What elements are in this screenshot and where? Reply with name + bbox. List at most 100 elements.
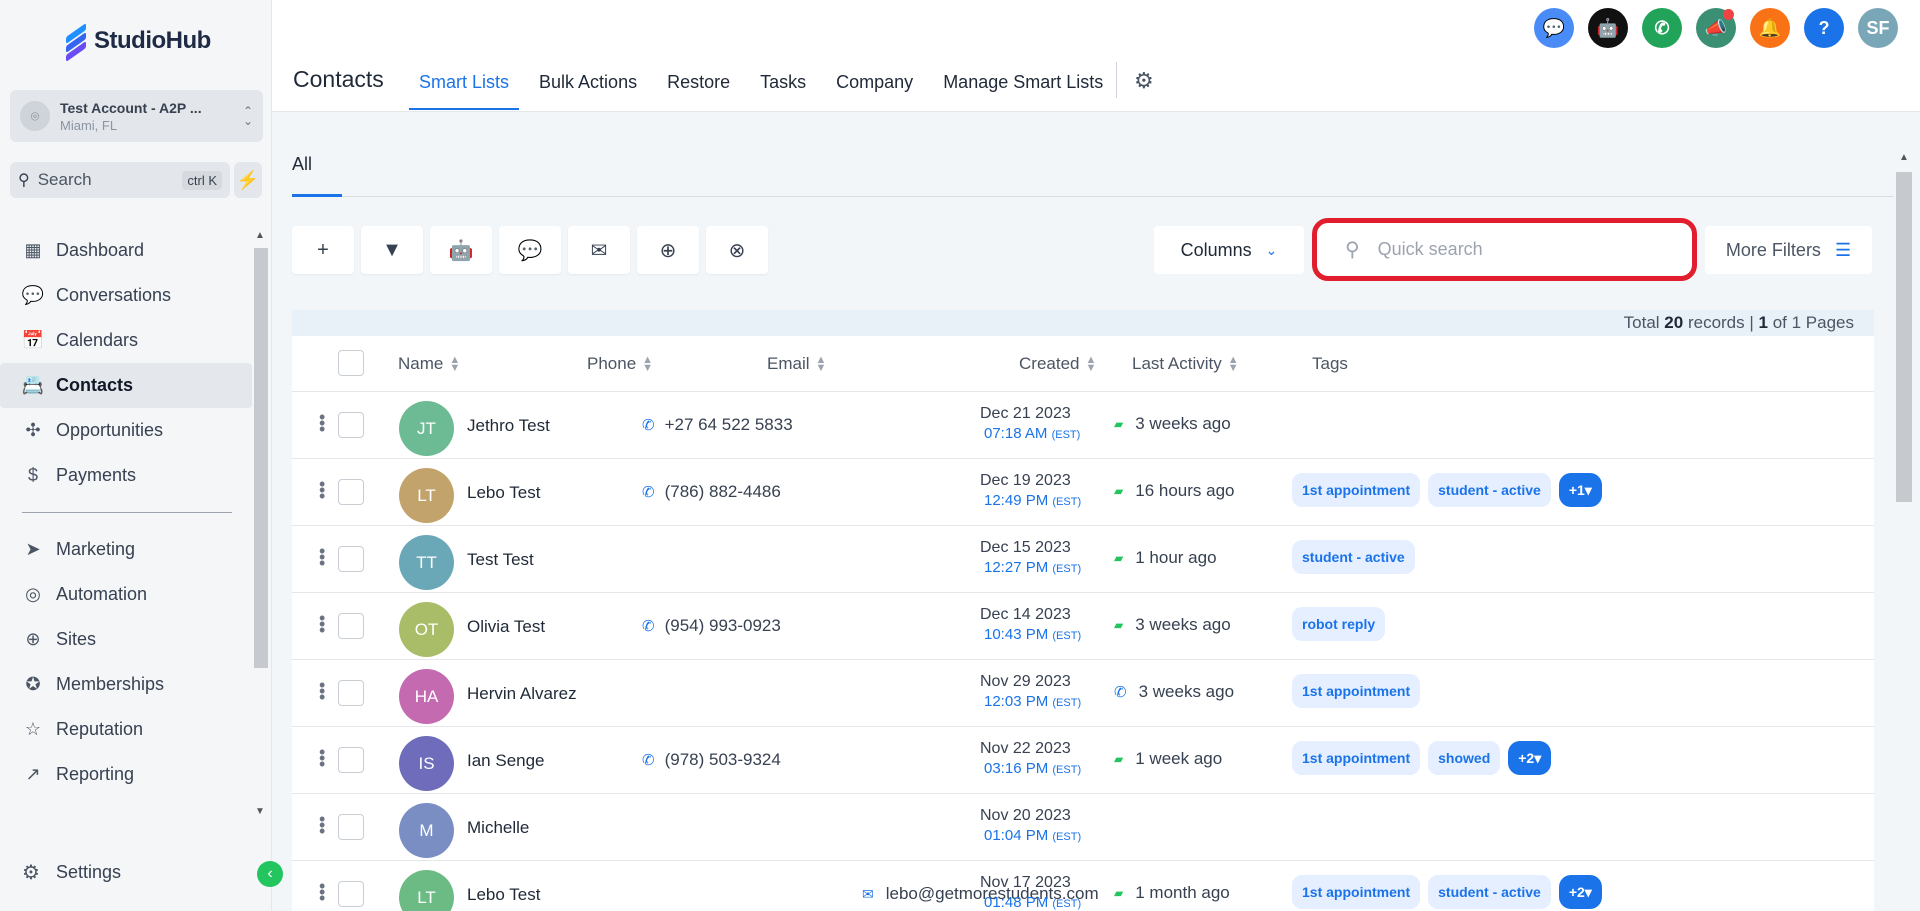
table-row[interactable]: • • • LT Lebo Test ✆ (786) 882-4486 Dec 19 2023… bbox=[292, 459, 1874, 526]
quick-search-box[interactable]: ⚲ bbox=[1312, 218, 1697, 281]
contact-name[interactable]: Lebo Test bbox=[467, 483, 540, 503]
row-checkbox[interactable] bbox=[338, 747, 364, 773]
add-tag-button[interactable]: ⊕ bbox=[637, 226, 699, 274]
tab-bulk-actions[interactable]: Bulk Actions bbox=[529, 58, 647, 110]
row-menu-icon[interactable]: • • • bbox=[319, 408, 325, 438]
table-row[interactable]: • • • HA Hervin Alvarez Nov 29 2023 12:03 PM (… bbox=[292, 660, 1874, 727]
table-row[interactable]: • • • LT Lebo Test ✉ lebo@getmorestudents.com N… bbox=[292, 861, 1874, 911]
row-checkbox[interactable] bbox=[338, 613, 364, 639]
more-filters-button[interactable]: More Filters ☰ bbox=[1705, 226, 1872, 274]
contact-name[interactable]: Jethro Test bbox=[467, 416, 550, 436]
sidebar-item-payments[interactable]: $ Payments bbox=[0, 453, 252, 498]
table-row[interactable]: • • • IS Ian Senge ✆ (978) 503-9324 Nov 22 2023… bbox=[292, 727, 1874, 794]
remove-tag-button[interactable]: ⊗ bbox=[706, 226, 768, 274]
contact-name[interactable]: Lebo Test bbox=[467, 885, 540, 905]
table-row[interactable]: • • • M Michelle Nov 20 2023 01:04 PM (EST) bbox=[292, 794, 1874, 861]
row-checkbox[interactable] bbox=[338, 814, 364, 840]
contact-phone[interactable]: ✆ +27 64 522 5833 bbox=[642, 415, 793, 435]
contact-name[interactable]: Michelle bbox=[467, 818, 529, 838]
add-contact-button[interactable]: + bbox=[292, 226, 354, 274]
filter-button[interactable]: ▼ bbox=[361, 226, 423, 274]
megaphone-icon[interactable]: 📣 bbox=[1696, 8, 1736, 48]
contact-name[interactable]: Olivia Test bbox=[467, 617, 545, 637]
sidebar-item-marketing[interactable]: ➤ Marketing bbox=[0, 527, 252, 572]
tag-badge[interactable]: showed bbox=[1428, 741, 1501, 775]
tab-restore[interactable]: Restore bbox=[657, 58, 740, 110]
tab-manage-smart-lists[interactable]: Manage Smart Lists bbox=[933, 58, 1113, 110]
sidebar-item-sites[interactable]: ⊕ Sites bbox=[0, 617, 252, 662]
tag-badge[interactable]: student - active bbox=[1428, 875, 1551, 909]
contact-phone[interactable]: ✆ (786) 882-4486 bbox=[642, 482, 781, 502]
row-menu-icon[interactable]: • • • bbox=[319, 542, 325, 572]
contact-phone[interactable]: ✆ (954) 993-0923 bbox=[642, 616, 781, 636]
quick-action-bolt-icon[interactable]: ⚡ bbox=[234, 162, 262, 198]
row-menu-icon[interactable]: • • • bbox=[319, 609, 325, 639]
more-tags-button[interactable]: +2 ▾ bbox=[1558, 875, 1602, 909]
scrollbar-thumb[interactable] bbox=[254, 248, 268, 668]
sidebar-item-calendars[interactable]: 📅 Calendars bbox=[0, 318, 252, 363]
tag-badge[interactable]: robot reply bbox=[1292, 607, 1386, 641]
account-switcher[interactable]: ⌾ Test Account - A2P ... Miami, FL ⌃ ⌄ bbox=[10, 90, 263, 142]
tag-badge[interactable]: student - active bbox=[1292, 540, 1415, 574]
sidebar-item-reporting[interactable]: ↗ Reporting bbox=[0, 752, 252, 797]
table-row[interactable]: • • • OT Olivia Test ✆ (954) 993-0923 Dec 14 20… bbox=[292, 593, 1874, 660]
sidebar-item-settings[interactable]: ⚙ Settings bbox=[0, 850, 270, 895]
row-checkbox[interactable] bbox=[338, 680, 364, 706]
settings-gear-icon[interactable]: ⚙ bbox=[1134, 68, 1154, 94]
row-menu-icon[interactable]: • • • bbox=[319, 475, 325, 505]
sidebar-item-reputation[interactable]: ☆ Reputation bbox=[0, 707, 252, 752]
robot-icon[interactable]: 🤖 bbox=[1588, 8, 1628, 48]
tab-tasks[interactable]: Tasks bbox=[750, 58, 816, 110]
bell-icon[interactable]: 🔔 bbox=[1750, 8, 1790, 48]
brand-logo[interactable]: StudioHub bbox=[64, 22, 211, 63]
select-all-checkbox[interactable] bbox=[338, 350, 364, 376]
contact-phone[interactable]: ✆ (978) 503-9324 bbox=[642, 750, 781, 770]
sidebar-item-contacts[interactable]: 📇 Contacts bbox=[0, 363, 252, 408]
table-row[interactable]: • • • JT Jethro Test ✆ +27 64 522 5833 Dec 21 2… bbox=[292, 392, 1874, 459]
scroll-up-icon[interactable]: ▲ bbox=[1899, 152, 1909, 163]
column-header-name[interactable]: Name ▲ ▼ bbox=[398, 354, 460, 374]
user-avatar[interactable]: SF bbox=[1858, 8, 1898, 48]
row-menu-icon[interactable]: • • • bbox=[319, 810, 325, 840]
send-sms-button[interactable]: 💬 bbox=[499, 226, 561, 274]
row-checkbox[interactable] bbox=[338, 412, 364, 438]
sidebar-item-memberships[interactable]: ✪ Memberships bbox=[0, 662, 252, 707]
send-email-button[interactable]: ✉ bbox=[568, 226, 630, 274]
column-header-created[interactable]: Created ▲ ▼ bbox=[1019, 354, 1096, 374]
sidebar-search[interactable]: ⚲ Search ctrl K bbox=[10, 162, 230, 198]
column-header-last-activity[interactable]: Last Activity ▲ ▼ bbox=[1132, 354, 1239, 374]
chat-widget-icon[interactable]: 💬 bbox=[1534, 8, 1574, 48]
tag-badge[interactable]: student - active bbox=[1428, 473, 1551, 507]
tag-badge[interactable]: 1st appointment bbox=[1292, 674, 1421, 708]
scroll-down-icon[interactable]: ▼ bbox=[255, 806, 265, 817]
sidebar-item-opportunities[interactable]: ✣ Opportunities bbox=[0, 408, 252, 453]
contact-name[interactable]: Test Test bbox=[467, 550, 534, 570]
row-checkbox[interactable] bbox=[338, 881, 364, 907]
tag-badge[interactable]: 1st appointment bbox=[1292, 875, 1421, 909]
tab-all[interactable]: All bbox=[292, 154, 312, 175]
row-menu-icon[interactable]: • • • bbox=[319, 676, 325, 706]
tag-badge[interactable]: 1st appointment bbox=[1292, 473, 1421, 507]
quick-search-input[interactable] bbox=[1377, 239, 1658, 260]
column-header-phone[interactable]: Phone ▲ ▼ bbox=[587, 354, 653, 374]
contact-name[interactable]: Hervin Alvarez bbox=[467, 684, 577, 704]
scroll-up-icon[interactable]: ▲ bbox=[255, 230, 265, 241]
row-menu-icon[interactable]: • • • bbox=[319, 743, 325, 773]
row-checkbox[interactable] bbox=[338, 546, 364, 572]
sidebar-item-dashboard[interactable]: ▦ Dashboard bbox=[0, 228, 252, 273]
sidebar-item-conversations[interactable]: 💬 Conversations bbox=[0, 273, 252, 318]
column-header-email[interactable]: Email ▲ ▼ bbox=[767, 354, 826, 374]
table-row[interactable]: • • • TT Test Test Dec 15 2023 12:27 PM (EST) ▰… bbox=[292, 526, 1874, 593]
collapse-sidebar-button[interactable]: ‹ bbox=[257, 861, 283, 887]
phone-icon[interactable]: ✆ bbox=[1642, 8, 1682, 48]
columns-dropdown[interactable]: Columns ⌄ bbox=[1154, 226, 1304, 274]
tab-smart-lists[interactable]: Smart Lists bbox=[409, 58, 520, 110]
tag-badge[interactable]: 1st appointment bbox=[1292, 741, 1421, 775]
automation-button[interactable]: 🤖 bbox=[430, 226, 492, 274]
page-scrollbar[interactable]: ▲ bbox=[1894, 150, 1914, 911]
more-tags-button[interactable]: +1 ▾ bbox=[1558, 473, 1602, 507]
sidebar-scrollbar[interactable]: ▲ ▼ bbox=[252, 228, 270, 828]
scrollbar-thumb[interactable] bbox=[1896, 172, 1912, 502]
tab-company[interactable]: Company bbox=[826, 58, 923, 110]
more-tags-button[interactable]: +2 ▾ bbox=[1508, 741, 1552, 775]
